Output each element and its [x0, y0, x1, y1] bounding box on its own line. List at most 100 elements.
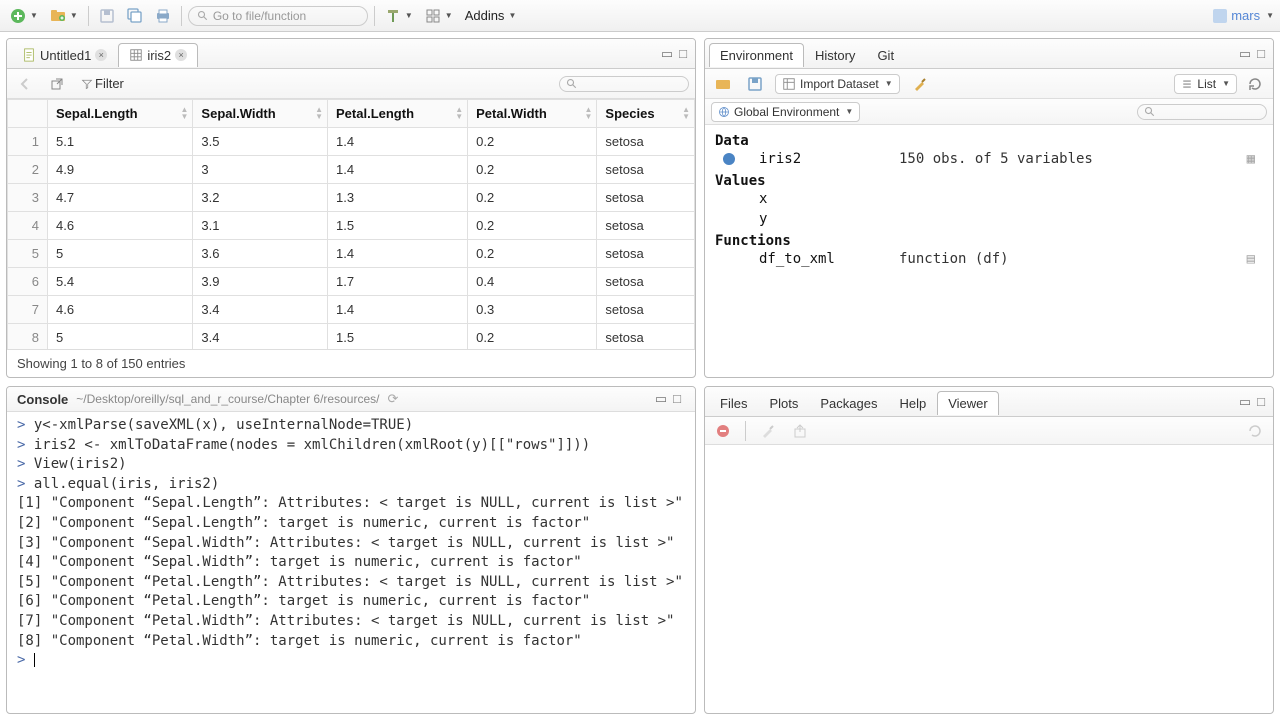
col-header[interactable]: Species▲▼	[597, 100, 695, 128]
table-cell: 0.2	[468, 128, 597, 156]
user-name: mars	[1231, 8, 1260, 23]
list-view-button[interactable]: List ▼	[1174, 74, 1237, 94]
new-project-button[interactable]: ▼	[46, 6, 82, 26]
print-button[interactable]	[151, 6, 175, 26]
popout-button[interactable]	[45, 74, 69, 94]
col-header[interactable]: Petal.Length▲▼	[328, 100, 468, 128]
table-cell: 0.2	[468, 156, 597, 184]
chevron-down-icon: ▼	[445, 11, 453, 20]
chevron-down-icon: ▼	[1222, 79, 1230, 88]
tab-files[interactable]: Files	[709, 391, 758, 415]
table-row[interactable]: 24.931.40.2setosa	[8, 156, 695, 184]
close-icon[interactable]: ×	[175, 49, 187, 61]
console-title: Console	[17, 392, 68, 407]
env-search[interactable]	[1137, 104, 1267, 120]
addins-button[interactable]: Addins ▼	[461, 6, 521, 25]
minimize-icon[interactable]: ▭	[655, 391, 667, 407]
tab-plots[interactable]: Plots	[758, 391, 809, 415]
minimize-icon[interactable]: ▭	[661, 46, 673, 62]
tab-environment[interactable]: Environment	[709, 43, 804, 67]
broom-viewer-button[interactable]	[756, 421, 780, 441]
table-icon	[129, 48, 143, 62]
console-line: [5] "Component “Petal.Length”: Attribute…	[17, 573, 685, 593]
grid-button[interactable]: ▼	[421, 6, 457, 26]
environment-pane: Environment History Git ▭ □ Import Datase…	[704, 38, 1274, 378]
table-cell: 1.3	[328, 184, 468, 212]
plus-doc-icon	[10, 8, 26, 24]
tab-help[interactable]: Help	[888, 391, 937, 415]
tab-viewer[interactable]: Viewer	[937, 391, 999, 415]
tab-untitled1[interactable]: Untitled1 ×	[11, 43, 118, 67]
goto-wd-icon[interactable]: ⟳	[387, 391, 398, 407]
col-header[interactable]: Sepal.Length▲▼	[48, 100, 193, 128]
console-prompt-line[interactable]: >	[17, 651, 685, 671]
minimize-icon[interactable]: ▭	[1239, 394, 1251, 410]
view-grid-icon[interactable]: ▦	[1247, 151, 1255, 167]
export-viewer-button[interactable]	[788, 421, 812, 441]
source-pane: Untitled1 × iris2 × ▭ □ Filter Sepal.Len…	[6, 38, 696, 378]
save-all-button[interactable]	[123, 6, 147, 26]
env-values-head: Values	[715, 173, 1263, 189]
refresh-button[interactable]	[1243, 74, 1267, 94]
view-source-icon[interactable]: ▤	[1247, 251, 1255, 267]
maximize-icon[interactable]: □	[1257, 394, 1265, 410]
viewer-tabs: Files Plots Packages Help Viewer ▭ □	[705, 387, 1273, 417]
close-icon[interactable]: ×	[95, 49, 107, 61]
new-file-button[interactable]: ▼	[6, 6, 42, 26]
viewer-pane: Files Plots Packages Help Viewer ▭ □	[704, 386, 1274, 714]
data-table[interactable]: Sepal.Length▲▼Sepal.Width▲▼Petal.Length▲…	[7, 99, 695, 349]
chevron-down-icon: ▼	[405, 11, 413, 20]
search-icon	[1144, 106, 1156, 118]
env-value-row[interactable]: x	[715, 189, 1263, 209]
maximize-icon[interactable]: □	[679, 46, 687, 62]
env-value-row[interactable]: y	[715, 209, 1263, 229]
tab-iris2[interactable]: iris2 ×	[118, 43, 198, 67]
console-body[interactable]: > y<-xmlParse(saveXML(x), useInternalNod…	[7, 412, 695, 713]
console-line: [8] "Component “Petal.Width”: target is …	[17, 632, 685, 652]
env-data-row[interactable]: iris2 150 obs. of 5 variables ▦	[715, 149, 1263, 169]
table-row[interactable]: 34.73.21.30.2setosa	[8, 184, 695, 212]
save-env-button[interactable]	[743, 74, 767, 94]
env-scope-bar: Global Environment ▼	[705, 99, 1273, 125]
table-row[interactable]: 74.63.41.40.3setosa	[8, 296, 695, 324]
tab-packages[interactable]: Packages	[809, 391, 888, 415]
table-footer: Showing 1 to 8 of 150 entries	[7, 349, 695, 377]
table-row[interactable]: 65.43.91.70.4setosa	[8, 268, 695, 296]
scope-selector[interactable]: Global Environment ▼	[711, 102, 860, 122]
broom-button[interactable]	[908, 74, 932, 94]
table-row[interactable]: 15.13.51.40.2setosa	[8, 128, 695, 156]
table-cell: 1.4	[328, 296, 468, 324]
maximize-icon[interactable]: □	[1257, 46, 1265, 62]
user-menu[interactable]: mars ▼	[1213, 8, 1274, 23]
table-cell: 5	[48, 240, 193, 268]
tab-git[interactable]: Git	[866, 43, 905, 67]
rownum-cell: 8	[8, 324, 48, 350]
minimize-icon[interactable]: ▭	[1239, 46, 1251, 62]
tab-history[interactable]: History	[804, 43, 866, 67]
table-row[interactable]: 44.63.11.50.2setosa	[8, 212, 695, 240]
col-header[interactable]: Petal.Width▲▼	[468, 100, 597, 128]
table-cell: 0.3	[468, 296, 597, 324]
env-func-row[interactable]: df_to_xml function (df) ▤	[715, 249, 1263, 269]
load-button[interactable]	[711, 74, 735, 94]
table-cell: setosa	[597, 268, 695, 296]
refresh-viewer-button[interactable]	[1243, 421, 1267, 441]
back-button[interactable]	[13, 74, 37, 94]
table-row[interactable]: 553.61.40.2setosa	[8, 240, 695, 268]
console-line: > iris2 <- xmlToDataFrame(nodes = xmlChi…	[17, 436, 685, 456]
save-button[interactable]	[95, 6, 119, 26]
table-search[interactable]	[559, 76, 689, 92]
tab-label: iris2	[147, 48, 171, 63]
table-cell: 3.4	[193, 324, 328, 350]
filter-button[interactable]: Filter	[77, 74, 128, 93]
expand-icon[interactable]	[723, 153, 735, 165]
table-cell: 1.5	[328, 324, 468, 350]
maximize-icon[interactable]: □	[673, 391, 681, 407]
env-functions-head: Functions	[715, 233, 1263, 249]
col-header[interactable]: Sepal.Width▲▼	[193, 100, 328, 128]
tools-button[interactable]: ▼	[381, 6, 417, 26]
clear-viewer-button[interactable]	[711, 421, 735, 441]
goto-input[interactable]: Go to file/function	[188, 6, 368, 26]
import-dataset-button[interactable]: Import Dataset ▼	[775, 74, 900, 94]
table-row[interactable]: 853.41.50.2setosa	[8, 324, 695, 350]
